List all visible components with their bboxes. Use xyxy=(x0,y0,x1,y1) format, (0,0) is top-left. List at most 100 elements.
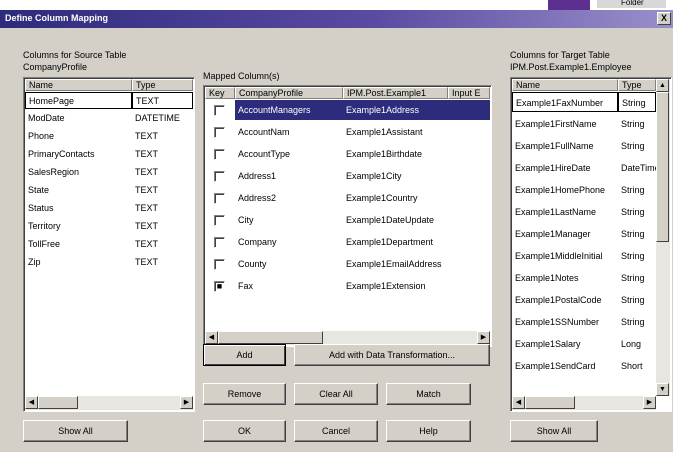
target-vertical-scrollbar[interactable]: ▲ ▼ xyxy=(656,79,670,396)
mapped-target-column: Example1Address xyxy=(343,100,448,120)
table-row[interactable]: AccountNam Example1Assistant xyxy=(205,122,490,142)
table-row[interactable]: Phone TEXT xyxy=(25,128,193,145)
mapped-header-input[interactable]: Input E xyxy=(448,87,490,99)
key-checkbox[interactable] xyxy=(214,105,225,116)
mapped-horizontal-scrollbar[interactable]: ◀ ▶ xyxy=(205,331,490,345)
table-row[interactable]: Address2 Example1Country xyxy=(205,188,490,208)
scroll-down-icon[interactable]: ▼ xyxy=(656,383,669,396)
key-checkbox[interactable] xyxy=(214,149,225,160)
table-row[interactable]: Status TEXT xyxy=(25,200,193,217)
scroll-thumb[interactable] xyxy=(38,396,78,409)
target-column-type: String xyxy=(621,119,645,129)
close-icon[interactable]: X xyxy=(657,12,671,25)
scroll-right-icon[interactable]: ▶ xyxy=(180,396,193,409)
scroll-left-icon[interactable]: ◀ xyxy=(205,331,218,344)
table-row[interactable]: AccountType Example1Birthdate xyxy=(205,144,490,164)
add-with-data-transformation-button[interactable]: Add with Data Transformation... xyxy=(294,344,490,366)
background-purple-block xyxy=(548,0,590,10)
target-column-type: String xyxy=(621,185,645,195)
mapped-source-column: Address2 xyxy=(238,193,277,203)
table-row[interactable]: Example1MiddleInitial String xyxy=(512,246,656,266)
help-button[interactable]: Help xyxy=(386,420,471,442)
table-row[interactable]: Example1HireDate DateTime xyxy=(512,158,656,178)
scroll-right-icon[interactable]: ▶ xyxy=(477,331,490,344)
key-checkbox[interactable] xyxy=(214,215,225,226)
target-horizontal-scrollbar[interactable]: ◀ ▶ xyxy=(512,396,656,410)
table-row[interactable]: ■ Fax Example1Extension xyxy=(205,276,490,296)
table-row[interactable]: Example1SSNumber String xyxy=(512,312,656,332)
key-checkbox[interactable] xyxy=(214,237,225,248)
mapped-source-column: Company xyxy=(238,237,277,247)
background-strip: Folder xyxy=(0,0,673,10)
table-row[interactable]: TollFree TEXT xyxy=(25,236,193,253)
ok-button[interactable]: OK xyxy=(203,420,286,442)
scroll-left-icon[interactable]: ◀ xyxy=(25,396,38,409)
scroll-thumb[interactable] xyxy=(656,92,669,242)
target-column-name: Example1SSNumber xyxy=(515,317,600,327)
table-row[interactable]: Example1HomePhone String xyxy=(512,180,656,200)
table-row[interactable]: PrimaryContacts TEXT xyxy=(25,146,193,163)
key-checkbox[interactable] xyxy=(214,171,225,182)
source-horizontal-scrollbar[interactable]: ◀ ▶ xyxy=(25,396,193,410)
source-column-name: ModDate xyxy=(28,113,65,123)
mapped-header-source[interactable]: CompanyProfile xyxy=(235,87,343,99)
table-row[interactable]: SalesRegion TEXT xyxy=(25,164,193,181)
mapped-input-cell xyxy=(448,232,490,252)
target-show-all-button[interactable]: Show All xyxy=(510,420,598,442)
target-column-name: Example1Manager xyxy=(515,229,591,239)
table-row[interactable]: Example1FullName String xyxy=(512,136,656,156)
table-row[interactable]: Address1 Example1City xyxy=(205,166,490,186)
key-checkbox[interactable] xyxy=(214,259,225,270)
table-row[interactable]: Example1SendCard Short xyxy=(512,356,656,376)
target-column-type: String xyxy=(621,251,645,261)
remove-button[interactable]: Remove xyxy=(203,383,286,405)
source-show-all-button[interactable]: Show All xyxy=(23,420,128,442)
target-header-name[interactable]: Name xyxy=(512,79,618,91)
source-column-type: TEXT xyxy=(135,149,159,159)
table-row[interactable]: Company Example1Department xyxy=(205,232,490,252)
mapped-target-column: Example1Assistant xyxy=(346,127,423,137)
table-row[interactable]: Example1PostalCode String xyxy=(512,290,656,310)
table-row[interactable]: HomePage TEXT xyxy=(25,92,193,109)
source-column-type: TEXT xyxy=(135,239,159,249)
table-row[interactable]: Territory TEXT xyxy=(25,218,193,235)
scroll-thumb[interactable] xyxy=(218,331,323,344)
mapped-header-target[interactable]: IPM.Post.Example1 xyxy=(343,87,448,99)
source-columns-list[interactable]: Name Type HomePage TEXT ModDate DATETIME Pho… xyxy=(23,77,195,412)
match-button[interactable]: Match xyxy=(386,383,471,405)
target-header-type[interactable]: Type xyxy=(618,79,656,91)
key-checkbox[interactable]: ■ xyxy=(214,281,225,292)
table-row[interactable]: ModDate DATETIME xyxy=(25,110,193,127)
table-row[interactable]: Zip TEXT xyxy=(25,254,193,271)
scroll-up-icon[interactable]: ▲ xyxy=(656,79,669,92)
mapped-header-key[interactable]: Key xyxy=(205,87,235,99)
mapped-source-column: AccountNam xyxy=(238,127,290,137)
mapped-columns-list[interactable]: Key CompanyProfile IPM.Post.Example1 Inp… xyxy=(203,85,492,347)
table-row[interactable]: Example1Manager String xyxy=(512,224,656,244)
table-row[interactable]: AccountManagers Example1Address xyxy=(205,100,490,120)
table-row[interactable]: Example1FaxNumber String xyxy=(512,92,656,112)
source-header-name[interactable]: Name xyxy=(25,79,132,91)
table-row[interactable]: Example1LastName String xyxy=(512,202,656,222)
key-checkbox[interactable] xyxy=(214,193,225,204)
table-row[interactable]: Example1Salary Long xyxy=(512,334,656,354)
scroll-thumb[interactable] xyxy=(525,396,575,409)
table-row[interactable]: City Example1DateUpdate xyxy=(205,210,490,230)
title-bar: Define Column Mapping X xyxy=(0,10,673,28)
target-columns-list[interactable]: Name Type Example1FaxNumber String Example… xyxy=(510,77,672,412)
cancel-button[interactable]: Cancel xyxy=(294,420,378,442)
table-row[interactable]: State TEXT xyxy=(25,182,193,199)
mapped-target-column: Example1City xyxy=(346,171,402,181)
source-header-type[interactable]: Type xyxy=(132,79,193,91)
target-column-name: Example1FullName xyxy=(515,141,594,151)
mapped-target-column: Example1Birthdate xyxy=(346,149,423,159)
add-button[interactable]: Add xyxy=(203,344,286,366)
scroll-right-icon[interactable]: ▶ xyxy=(643,396,656,409)
mapped-input-cell xyxy=(448,144,490,164)
table-row[interactable]: Example1FirstName String xyxy=(512,114,656,134)
table-row[interactable]: Example1Notes String xyxy=(512,268,656,288)
table-row[interactable]: County Example1EmailAddress xyxy=(205,254,490,274)
scroll-left-icon[interactable]: ◀ xyxy=(512,396,525,409)
clear-all-button[interactable]: Clear All xyxy=(294,383,378,405)
key-checkbox[interactable] xyxy=(214,127,225,138)
